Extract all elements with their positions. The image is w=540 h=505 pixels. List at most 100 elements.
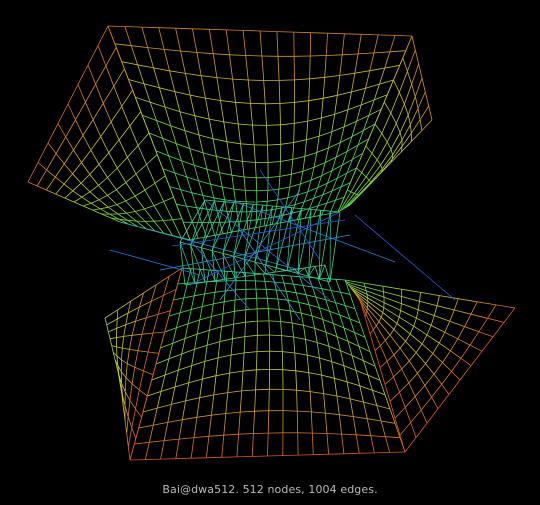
lower-sheet-edge [355,434,360,454]
lower-sheet-edge [163,422,169,441]
left-lower-edge [129,400,136,410]
lower-sheet-edge [212,292,216,304]
upper-sheet-edge [267,145,269,163]
upper-sheet-edge [303,191,309,202]
core-edge [314,264,326,267]
lower-sheet-edge [179,297,185,313]
lower-sheet-edge [171,386,176,405]
lower-sheet-edge [325,332,330,347]
upper-sheet-edge [278,176,281,190]
lower-sheet-edge [331,361,335,379]
upper-sheet-edge [196,52,214,55]
upper-sheet-edge [168,155,176,174]
lower-sheet-edge [356,434,371,437]
left-wing-edge [80,182,91,193]
left-wing-edge [125,200,136,212]
left-wing-edge [125,173,137,183]
right-wing-edge [382,307,385,313]
lower-sheet-edge [202,375,217,380]
upper-sheet-edge [285,204,296,208]
left-wing-edge [27,181,38,187]
upper-sheet-edge [194,115,210,120]
right-wing-edge [386,361,394,377]
lower-sheet-edge [289,310,293,324]
right-upper-edge [401,141,412,153]
right-wing-edge [389,329,395,336]
left-wing-edge [110,106,123,123]
upper-sheet-edge [184,130,200,136]
upper-sheet-edge [141,26,159,29]
left-wing-edge [116,204,127,214]
right-upper-edge [402,57,408,72]
lower-sheet-edge [295,292,300,303]
lower-sheet-edge [183,295,195,299]
right-wing-edge [399,347,410,362]
left-wing-edge [81,162,91,175]
left-wing-edge [81,191,91,198]
upper-sheet-edge [266,125,268,146]
upper-sheet-edge [202,152,217,157]
lower-sheet-edge [190,295,195,310]
left-wing-edge [105,65,115,87]
left-wing-edge [113,86,123,107]
lower-sheet-edge [236,271,246,274]
left-wing-edge [63,163,73,175]
lower-sheet-edge [199,394,214,399]
lower-sheet-edge [178,365,192,371]
upper-sheet-edge [323,94,338,99]
lower-sheet-edge [207,341,221,346]
upper-sheet-edge [279,79,295,81]
right-wing-edge [431,397,439,409]
lower-sheet-edge [298,302,302,314]
upper-sheet-edge [202,152,208,170]
lower-sheet-edge [298,301,310,306]
left-wing-edge [67,103,76,120]
upper-sheet-edge [240,143,255,146]
right-wing-edge [380,340,386,346]
right-wing-edge [372,329,381,346]
left-wing-edge [85,102,94,120]
lower-sheet-edge [199,378,203,398]
lower-sheet-edge [268,308,280,310]
left-wing-edge [98,177,108,186]
lower-sheet-edge [233,321,246,325]
upper-sheet-edge [320,98,324,119]
right-wing-edge [418,309,435,316]
lower-sheet-edge [316,342,320,359]
upper-sheet-edge [267,199,278,202]
upper-sheet-edge [331,114,336,132]
upper-sheet-edge [293,31,311,34]
left-wing-edge [113,68,125,87]
left-wing-edge [80,174,91,184]
upper-sheet-edge [220,100,225,122]
graph-canvas: Bai@dwa512. 512 nodes, 1004 edges. [0,0,540,505]
lower-sheet-edge [184,333,198,339]
upper-sheet-edge [131,45,148,48]
lower-sheet-edge [138,424,154,429]
lower-sheet-edge [211,413,226,416]
lower-sheet-edge [294,352,308,356]
lower-sheet-edge [181,348,195,355]
upper-sheet-edge [304,152,317,157]
left-wing-edge [37,185,47,191]
right-upper-edge [365,123,376,147]
right-wing-edge [464,314,472,327]
lower-sheet-edge [308,304,313,317]
upper-sheet-edge [389,35,396,52]
right-wing-edge [444,321,451,333]
upper-sheet-edge [130,45,138,65]
left-lower-edge [122,347,130,350]
right-wing-edge [437,394,450,410]
upper-sheet-edge [221,186,226,200]
core-edge [274,267,277,273]
upper-sheet-edge [250,103,253,126]
upper-sheet-edge [267,161,281,163]
left-lower-edge [126,349,130,364]
upper-sheet-edge [351,73,356,92]
lower-sheet-edge [239,390,243,413]
left-wing-edge [95,84,104,104]
core-edge [243,204,254,260]
upper-sheet-edge [289,183,301,188]
right-upper-edge [381,112,392,134]
upper-sheet-edge [191,192,198,208]
